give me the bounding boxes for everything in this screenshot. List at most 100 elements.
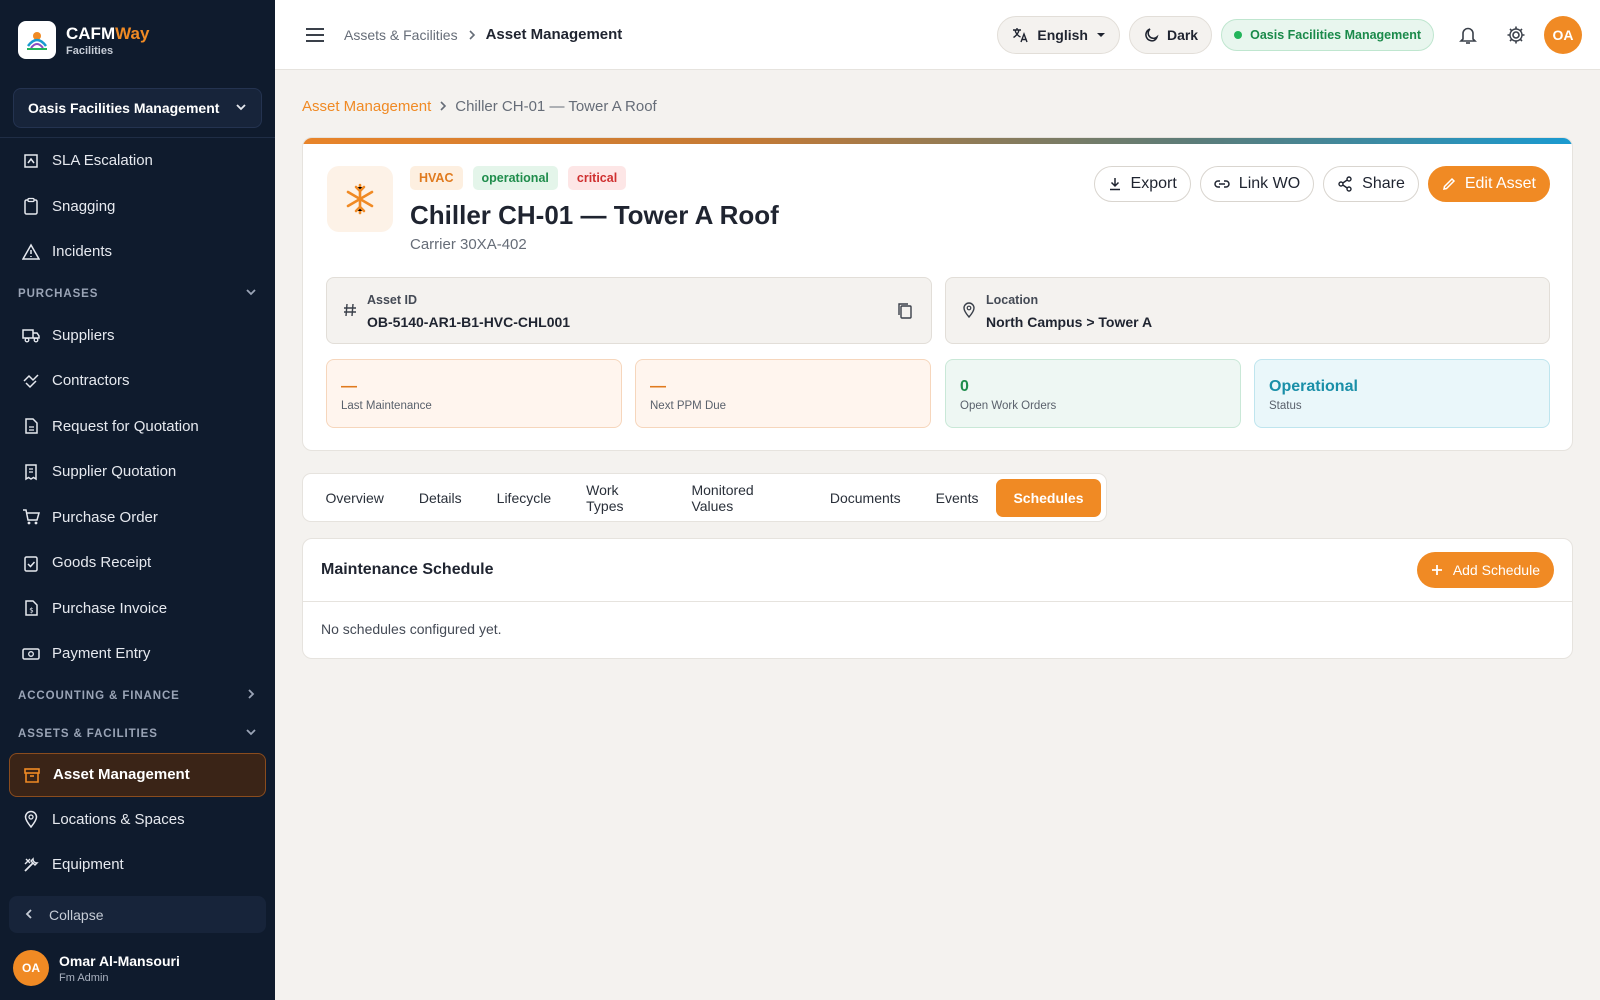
- tab-overview[interactable]: Overview: [308, 479, 401, 517]
- chevron-right-icon: [245, 688, 257, 703]
- chevron-left-icon: [23, 907, 35, 923]
- sidebar-item-label: SLA Escalation: [52, 152, 153, 170]
- export-label: Export: [1130, 175, 1177, 192]
- org-selector-label: Oasis Facilities Management: [28, 100, 220, 116]
- stat-value: Operational: [1269, 378, 1358, 395]
- tab-events[interactable]: Events: [918, 479, 996, 517]
- warning-icon: [22, 243, 40, 261]
- sidebar-item-label: Purchase Order: [52, 508, 158, 526]
- clipboard-check-icon: [22, 554, 40, 572]
- tab-details[interactable]: Details: [401, 479, 479, 517]
- copy-icon[interactable]: [897, 302, 913, 325]
- breadcrumb-parent[interactable]: Assets & Facilities: [344, 27, 458, 43]
- sidebar-item-label: Supplier Quotation: [52, 463, 177, 481]
- chevron-down-icon: [245, 726, 257, 741]
- menu-icon[interactable]: [303, 23, 327, 47]
- svg-text:$: $: [29, 607, 33, 615]
- asset-actions: Export Link WO Share Edit Asset: [1085, 166, 1550, 202]
- sidebar: CAFMWay Facilities Oasis Facilities Mana…: [0, 0, 275, 1000]
- user-name: Omar Al-Mansouri: [59, 952, 180, 969]
- section-assets-facilities[interactable]: ASSETS & FACILITIES: [0, 715, 275, 753]
- invoice-icon: $: [22, 599, 40, 617]
- org-status-pill[interactable]: Oasis Facilities Management: [1221, 19, 1434, 51]
- org-selector[interactable]: Oasis Facilities Management: [13, 88, 262, 128]
- edit-asset-button[interactable]: Edit Asset: [1427, 166, 1550, 202]
- stat-value: 0: [960, 378, 969, 395]
- topbar: Assets & Facilities Asset Management Eng…: [275, 0, 1600, 70]
- section-accounting-finance[interactable]: ACCOUNTING & FINANCE: [0, 677, 275, 715]
- avatar[interactable]: OA: [1544, 16, 1582, 54]
- sidebar-item-asset-management[interactable]: Asset Management: [9, 752, 266, 797]
- sidebar-item-sla-escalation[interactable]: SLA Escalation: [0, 138, 275, 184]
- sidebar-item-label: Suppliers: [52, 326, 115, 344]
- language-selector[interactable]: English: [997, 16, 1120, 54]
- sidebar-item-goods-receipt[interactable]: Goods Receipt: [0, 540, 275, 586]
- sidebar-item-locations-spaces[interactable]: Locations & Spaces: [0, 797, 275, 843]
- sidebar-item-purchase-invoice[interactable]: $ Purchase Invoice: [0, 586, 275, 632]
- document-icon: [22, 417, 40, 435]
- sidebar-item-label: Asset Management: [53, 766, 190, 783]
- chevron-down-icon: [245, 286, 257, 301]
- user-profile[interactable]: OA Omar Al-Mansouri Fm Admin: [13, 950, 180, 986]
- link-wo-button[interactable]: Link WO: [1199, 166, 1315, 202]
- share-button[interactable]: Share: [1323, 166, 1419, 202]
- language-label: English: [1037, 27, 1088, 43]
- sidebar-item-contractors[interactable]: Contractors: [0, 358, 275, 404]
- asset-id-box: Asset ID OB-5140-AR1-B1-HVC-CHL001: [326, 277, 932, 344]
- avatar: OA: [13, 950, 49, 986]
- tab-documents[interactable]: Documents: [812, 479, 918, 517]
- sidebar-item-purchase-order[interactable]: Purchase Order: [0, 495, 275, 541]
- chevron-right-icon: [438, 98, 448, 115]
- sidebar-item-incidents[interactable]: Incidents: [0, 229, 275, 275]
- sidebar-item-label: Incidents: [52, 243, 113, 261]
- logo-icon: [18, 21, 56, 59]
- link-icon: [1214, 178, 1230, 190]
- pencil-icon: [1442, 177, 1456, 191]
- snowflake-icon: [327, 166, 393, 232]
- hash-icon: [343, 302, 357, 323]
- receipt-icon: [22, 463, 40, 481]
- collapse-label: Collapse: [49, 906, 104, 923]
- link-wo-label: Link WO: [1238, 175, 1301, 192]
- stat-label: Last Maintenance: [341, 400, 432, 412]
- stat-value: —: [341, 378, 357, 395]
- chevron-down-icon: [235, 100, 247, 116]
- gear-icon[interactable]: [1496, 15, 1536, 55]
- tab-monitored-values[interactable]: Monitored Values: [674, 479, 812, 517]
- escalation-icon: [22, 152, 40, 170]
- sidebar-item-label: Locations & Spaces: [52, 810, 185, 828]
- handshake-icon: [22, 372, 40, 390]
- add-schedule-label: Add Schedule: [1452, 562, 1540, 578]
- sidebar-item-suppliers[interactable]: Suppliers: [0, 313, 275, 359]
- sidebar-item-payment-entry[interactable]: Payment Entry: [0, 631, 275, 677]
- plus-icon: [1431, 564, 1443, 576]
- sidebar-item-supplier-quotation[interactable]: Supplier Quotation: [0, 449, 275, 495]
- asset-header-card: HVAC operational critical Chiller CH-01 …: [302, 137, 1573, 451]
- share-label: Share: [1362, 175, 1405, 192]
- panel-title: Maintenance Schedule: [321, 561, 494, 578]
- brand[interactable]: CAFMWay Facilities: [0, 0, 275, 80]
- theme-toggle[interactable]: Dark: [1128, 16, 1213, 54]
- sidebar-item-equipment[interactable]: Equipment: [0, 842, 275, 888]
- page-breadcrumb: Asset Management Chiller CH-01 — Tower A…: [302, 98, 657, 115]
- cart-icon: [22, 508, 40, 526]
- tab-work-types[interactable]: Work Types: [569, 479, 674, 517]
- tab-schedules[interactable]: Schedules: [995, 478, 1101, 517]
- location-box: Location North Campus > Tower A: [945, 277, 1550, 344]
- sidebar-item-snagging[interactable]: Snagging: [0, 184, 275, 230]
- sidebar-item-rfq[interactable]: Request for Quotation: [0, 404, 275, 450]
- section-purchases[interactable]: PURCHASES: [0, 275, 275, 313]
- pin-icon: [962, 302, 976, 323]
- section-label: ACCOUNTING & FINANCE: [18, 689, 180, 702]
- category-badge: HVAC: [410, 166, 463, 190]
- stat-label: Next PPM Due: [650, 400, 727, 412]
- bell-icon[interactable]: [1448, 15, 1488, 55]
- asset-id-label: Asset ID: [367, 293, 418, 307]
- stat-label: Open Work Orders: [960, 400, 1057, 412]
- export-button[interactable]: Export: [1093, 166, 1191, 202]
- clipboard-icon: [22, 197, 40, 215]
- add-schedule-button[interactable]: Add Schedule: [1416, 552, 1554, 588]
- breadcrumb-link[interactable]: Asset Management: [302, 98, 431, 115]
- tab-lifecycle[interactable]: Lifecycle: [479, 479, 568, 517]
- collapse-button[interactable]: Collapse: [9, 896, 266, 933]
